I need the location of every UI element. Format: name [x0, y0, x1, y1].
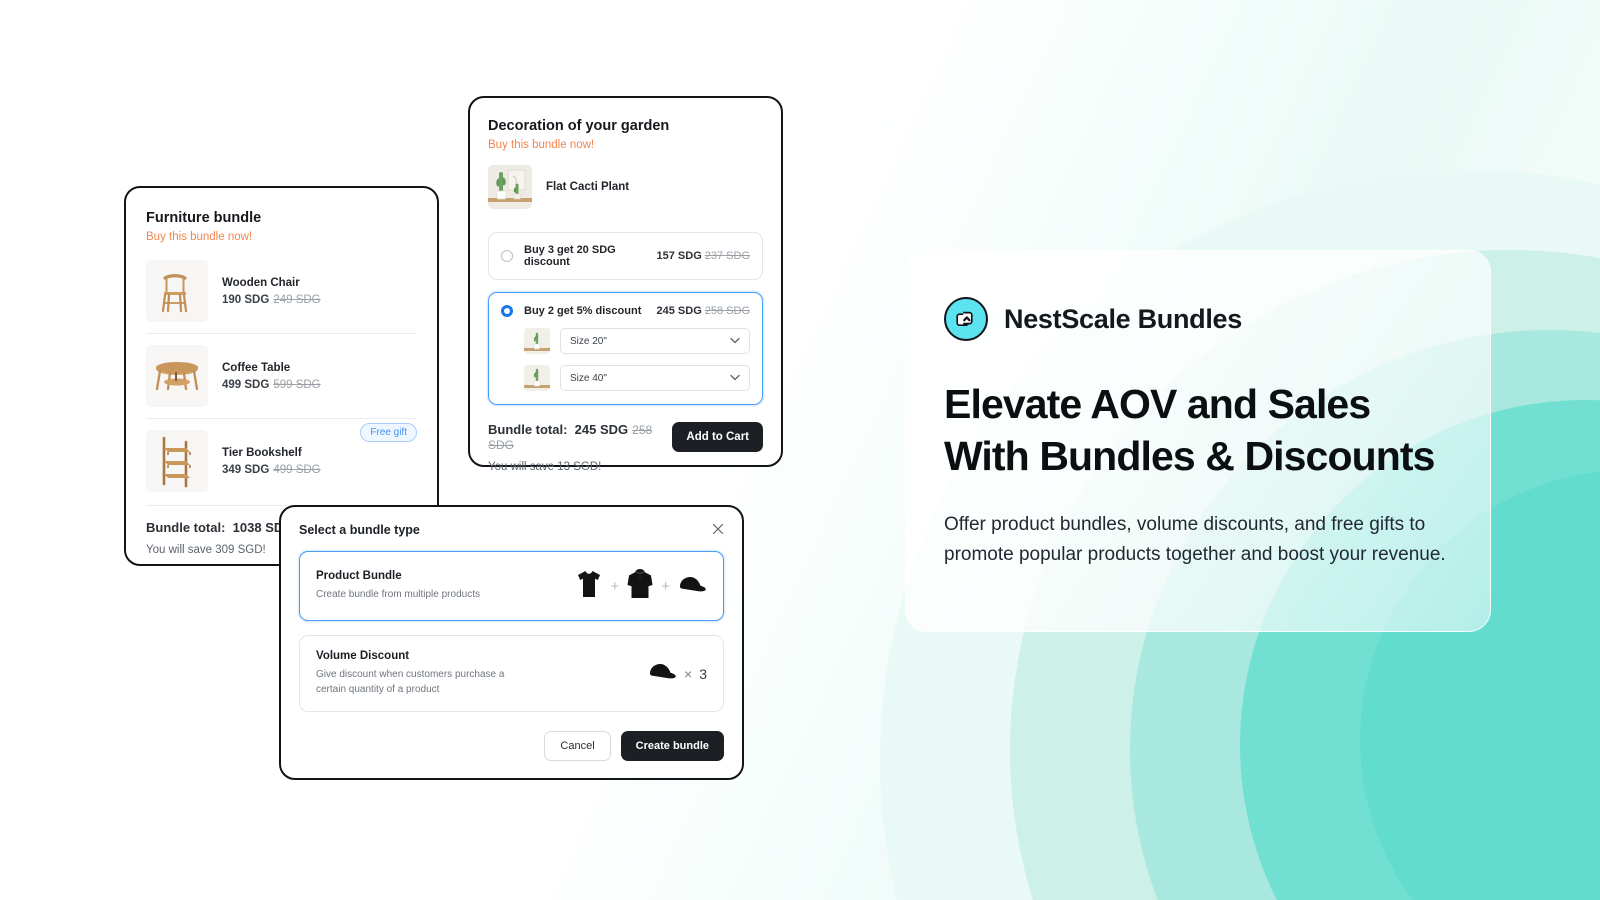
bundle-option-1[interactable]: Buy 3 get 20 SDG discount 157 SDG 237 SDG [488, 232, 763, 280]
status-badge: Free gift [360, 423, 417, 442]
cancel-button[interactable]: Cancel [544, 731, 611, 761]
price-current: 190 SDG [222, 293, 270, 306]
bundle-type-volume-discount[interactable]: Volume Discount Give discount when custo… [299, 635, 724, 712]
product-name: Wooden Chair [222, 276, 300, 289]
price-original: 237 SDG [704, 250, 750, 262]
multiply-icon: × [684, 665, 693, 682]
price-original: 599 SDG [273, 378, 321, 391]
price-original: 258 SDG [704, 305, 750, 317]
variant-select-2-value: Size 40" [570, 372, 607, 384]
quantity-value: 3 [699, 665, 707, 682]
product-name: Tier Bookshelf [222, 446, 302, 459]
hoodie-icon [626, 568, 654, 605]
garden-footer: Bundle total: 245 SDG 258 SDG You will sa… [488, 422, 763, 473]
variant-select-1[interactable]: Size 20" [560, 328, 750, 354]
variant-thumbnail [524, 328, 550, 354]
option-header: Buy 3 get 20 SDG discount 157 SDG 237 SDG [501, 244, 750, 268]
garden-bundle-title: Decoration of your garden [488, 118, 670, 134]
chevron-down-icon [730, 336, 740, 347]
add-to-cart-button[interactable]: Add to Cart [672, 422, 763, 452]
coffee-table-image [146, 345, 208, 407]
bundle-total: Bundle total: 245 SDG 258 SDG [488, 422, 672, 452]
modal-title: Select a bundle type [299, 523, 420, 537]
bundle-type-name: Product Bundle [316, 569, 402, 582]
brand-row: NestScale Bundles [944, 297, 1452, 341]
garden-bundle-card: Decoration of your garden Buy this bundl… [468, 96, 783, 473]
product-price: 190 SDG 249 SDG [222, 294, 417, 306]
create-bundle-button[interactable]: Create bundle [620, 731, 724, 761]
nestscale-logo-icon [944, 297, 988, 341]
product-name: Flat Cacti Plant [546, 181, 630, 193]
option-price: 245 SDG 258 SDG [657, 305, 751, 317]
furniture-bundle-cta: Buy this bundle now! [146, 231, 253, 243]
garden-bundle-cta: Buy this bundle now! [488, 139, 595, 151]
option-price: 157 SDG 237 SDG [657, 250, 751, 262]
list-item[interactable]: Tier Bookshelf 349 SDG 499 SDG Free gift [146, 418, 417, 503]
page-title: Elevate AOV and Sales With Bundles & Dis… [944, 379, 1452, 482]
hero-title-line-2: With Bundles & Discounts [944, 432, 1435, 479]
list-item[interactable]: Wooden Chair 190 SDG 249 SDG [146, 249, 417, 333]
bundle-type-description: Give discount when customers purchase a … [316, 669, 505, 695]
price-current: 245 SDG [656, 305, 702, 317]
price-current: 499 SDG [222, 378, 270, 391]
price-current: 349 SDG [222, 463, 270, 476]
close-icon[interactable] [712, 523, 724, 537]
bundle-total-label: Bundle total: [146, 520, 226, 535]
bundle-total-label: Bundle total: [488, 422, 568, 437]
plus-icon: + [610, 577, 620, 595]
hero-subtitle: Offer product bundles, volume discounts,… [944, 514, 1446, 566]
variant-thumbnail [524, 365, 550, 391]
tshirt-icon [575, 569, 603, 604]
radio-button[interactable] [501, 305, 513, 317]
plus-icon: + [661, 577, 670, 595]
product-bundle-illustration: + + [575, 568, 707, 605]
option-label: Buy 3 get 20 SDG discount [524, 244, 616, 268]
wooden-chair-image [146, 260, 208, 322]
option-label: Buy 2 get 5% discount [524, 305, 642, 317]
tier-bookshelf-image [146, 430, 208, 492]
cap-icon [647, 661, 677, 686]
bundle-total-value: 245 SDG [574, 422, 629, 437]
chevron-down-icon [730, 373, 740, 384]
list-item[interactable]: Coffee Table 499 SDG 599 SDG [146, 333, 417, 418]
variant-select-2[interactable]: Size 40" [560, 365, 750, 391]
option-header: Buy 2 get 5% discount 245 SDG 258 SDG [501, 305, 750, 317]
flat-cacti-plant-image [488, 165, 532, 209]
modal-footer: Cancel Create bundle [299, 731, 724, 761]
cap-icon [677, 574, 707, 599]
variant-select-1-value: Size 20" [570, 335, 607, 347]
furniture-bundle-title: Furniture bundle [146, 210, 262, 226]
bundle-type-description: Create bundle from multiple products [316, 588, 480, 600]
volume-discount-illustration: × 3 [647, 661, 707, 686]
select-bundle-type-modal: Select a bundle type Product Bundle Crea… [279, 505, 744, 780]
bundle-option-2[interactable]: Buy 2 get 5% discount 245 SDG 258 SDG Si… [488, 292, 763, 405]
price-original: 249 SDG [273, 293, 321, 306]
variant-row: Size 40" [501, 365, 750, 391]
bundle-type-name: Volume Discount [316, 650, 410, 662]
modal-header: Select a bundle type [299, 523, 724, 537]
hero-panel: NestScale Bundles Elevate AOV and Sales … [905, 250, 1491, 632]
price-original: 499 SDG [273, 463, 321, 476]
hero-title-line-1: Elevate AOV and Sales [944, 381, 1371, 427]
product-price: 349 SDG 499 SDG [222, 464, 417, 476]
product-price: 499 SDG 599 SDG [222, 379, 417, 391]
price-current: 157 SDG [656, 250, 702, 262]
variant-row: Size 20" [501, 328, 750, 354]
list-item[interactable]: Flat Cacti Plant [488, 151, 763, 220]
promo-banner: NestScale Bundles Elevate AOV and Sales … [0, 0, 1600, 900]
brand-name: NestScale Bundles [1004, 303, 1242, 334]
bundle-type-product-bundle[interactable]: Product Bundle Create bundle from multip… [299, 551, 724, 621]
radio-button[interactable] [501, 250, 513, 262]
savings-text: You will save 13 SGD! [488, 461, 602, 473]
product-name: Coffee Table [222, 361, 291, 374]
